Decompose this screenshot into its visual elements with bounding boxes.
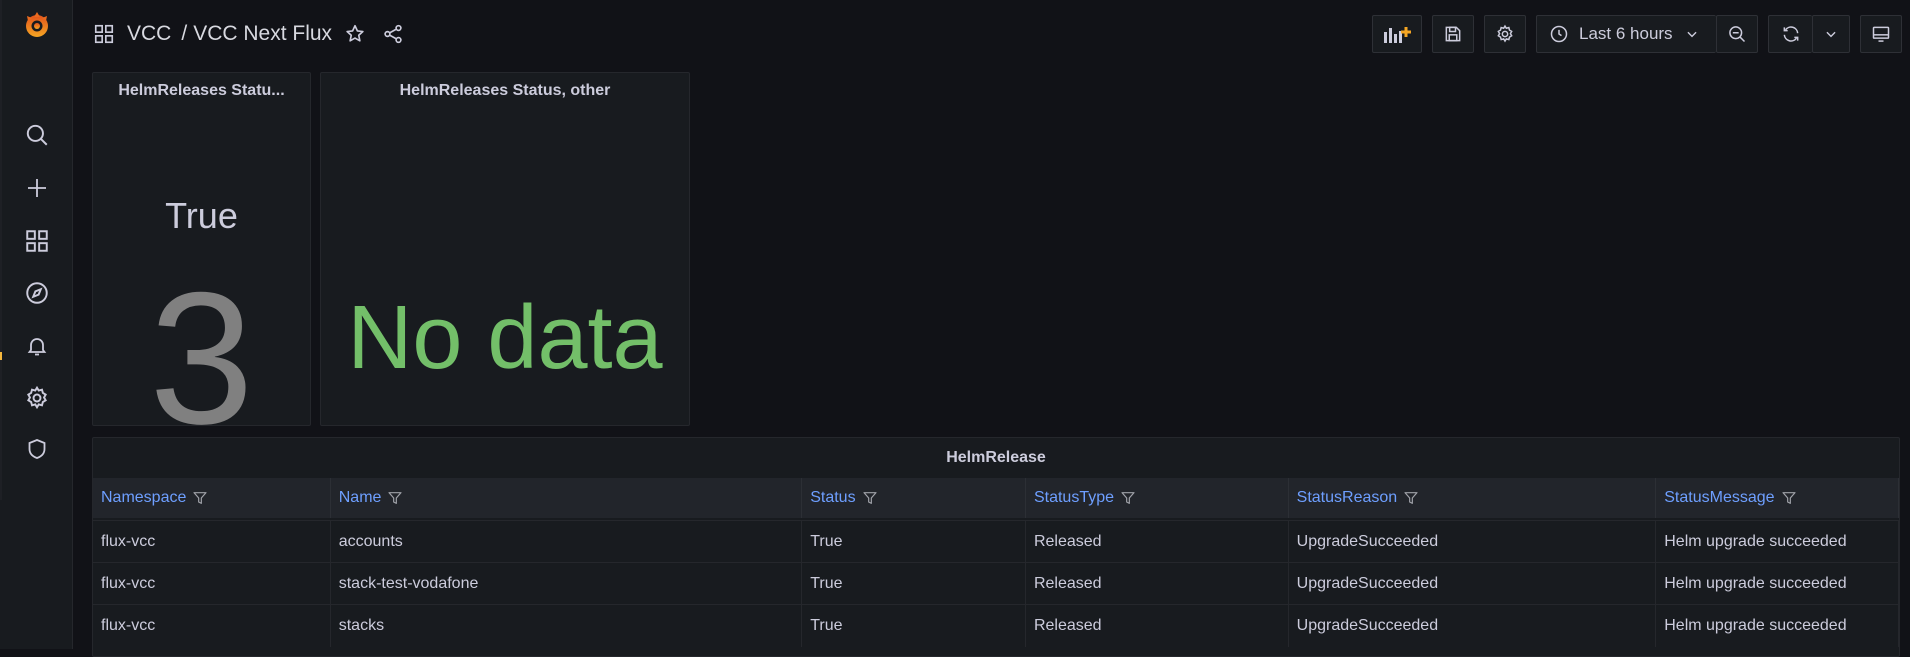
- table-cell-status: True: [802, 605, 1026, 647]
- tv-mode-button[interactable]: [1860, 15, 1902, 53]
- star-icon[interactable]: [344, 23, 366, 45]
- no-data-text: No data: [347, 288, 663, 388]
- table-cell-statusmessage: Helm upgrade succeeded: [1656, 605, 1899, 647]
- table-cell-namespace: flux-vcc: [93, 563, 331, 605]
- refresh-interval-dropdown[interactable]: [1812, 15, 1850, 53]
- stat-value: 3: [149, 253, 254, 463]
- gear-icon: [1495, 24, 1515, 44]
- zoom-out-icon: [1727, 24, 1747, 44]
- zoom-out-button[interactable]: [1716, 15, 1758, 53]
- chevron-down-icon: [1824, 27, 1838, 41]
- save-icon: [1443, 24, 1463, 44]
- column-header-statusmessage[interactable]: StatusMessage: [1656, 478, 1899, 518]
- column-header-statusreason[interactable]: StatusReason: [1289, 478, 1657, 518]
- table-cell-statustype: Released: [1026, 563, 1289, 605]
- filter-icon[interactable]: [862, 490, 878, 506]
- share-icon[interactable]: [382, 23, 404, 45]
- gear-icon[interactable]: [22, 383, 52, 413]
- column-header-status[interactable]: Status: [802, 478, 1026, 518]
- column-header-label[interactable]: StatusMessage: [1664, 489, 1774, 507]
- grafana-logo-icon[interactable]: [22, 10, 52, 40]
- table-cell-statusreason: UpgradeSucceeded: [1289, 563, 1657, 605]
- column-header-name[interactable]: Name: [331, 478, 803, 518]
- table-cell-statusmessage: Helm upgrade succeeded: [1656, 521, 1899, 563]
- table-cell-statustype: Released: [1026, 521, 1289, 563]
- table-cell-statusreason: UpgradeSucceeded: [1289, 605, 1657, 647]
- table-cell-namespace: flux-vcc: [93, 605, 331, 647]
- table-cell-statustype: Released: [1026, 605, 1289, 647]
- filter-icon[interactable]: [1120, 490, 1136, 506]
- table-cell-status: True: [802, 563, 1026, 605]
- time-range-picker[interactable]: Last 6 hours: [1536, 15, 1716, 53]
- table-cell-name: accounts: [331, 521, 803, 563]
- save-button[interactable]: [1432, 15, 1474, 53]
- plus-icon[interactable]: [22, 173, 52, 203]
- panel-title[interactable]: HelmReleases Statu...: [93, 73, 310, 109]
- time-range-label: Last 6 hours: [1579, 24, 1673, 43]
- stat-label: True: [165, 195, 238, 236]
- dashboard-title[interactable]: VCC Next Flux: [193, 22, 332, 46]
- table-cell-namespace: flux-vcc: [93, 521, 331, 563]
- column-header-label[interactable]: Namespace: [101, 489, 186, 507]
- add-panel-icon: [1382, 23, 1412, 45]
- column-header-namespace[interactable]: Namespace: [93, 478, 331, 518]
- table-row[interactable]: flux-vcc stacks True Released UpgradeSucceed…: [93, 604, 1899, 647]
- side-menu: [0, 0, 73, 649]
- column-header-label[interactable]: Name: [339, 489, 382, 507]
- dashboards-icon[interactable]: [22, 226, 52, 256]
- refresh-icon: [1781, 24, 1801, 44]
- column-header-label[interactable]: StatusType: [1034, 489, 1114, 507]
- explore-icon[interactable]: [22, 278, 52, 308]
- table-cell-statusmessage: Helm upgrade succeeded: [1656, 563, 1899, 605]
- table-cell-statusreason: UpgradeSucceeded: [1289, 521, 1657, 563]
- filter-icon[interactable]: [192, 490, 208, 506]
- add-panel-button[interactable]: [1372, 15, 1422, 53]
- column-header-label[interactable]: Status: [810, 489, 855, 507]
- table-cell-status: True: [802, 521, 1026, 563]
- breadcrumb: VCC / VCC Next Flux: [93, 19, 404, 49]
- apps-icon[interactable]: [93, 23, 115, 45]
- column-header-statustype[interactable]: StatusType: [1026, 478, 1289, 518]
- breadcrumb-separator: /: [181, 22, 188, 45]
- filter-icon[interactable]: [1403, 490, 1419, 506]
- monitor-icon: [1871, 24, 1891, 44]
- shield-icon[interactable]: [22, 434, 52, 464]
- bell-icon[interactable]: [22, 331, 52, 361]
- top-navbar: VCC / VCC Next Flux Last 6 hours: [73, 0, 1910, 68]
- table-row[interactable]: flux-vcc stack-test-vodafone True Released U…: [93, 562, 1899, 605]
- clock-icon: [1549, 24, 1569, 44]
- refresh-button[interactable]: [1768, 15, 1812, 53]
- panel-title[interactable]: HelmRelease: [93, 438, 1899, 478]
- column-header-label[interactable]: StatusReason: [1297, 489, 1398, 507]
- side-edge: [0, 0, 2, 500]
- table-header: Namespace Name Status StatusType StatusReaso…: [93, 478, 1899, 518]
- dashboard-settings-button[interactable]: [1484, 15, 1526, 53]
- table-panel-helmrelease[interactable]: HelmRelease Namespace Name Status StatusTyp…: [92, 437, 1900, 657]
- panel-title[interactable]: HelmReleases Status, other: [321, 73, 689, 109]
- filter-icon[interactable]: [1781, 490, 1797, 506]
- stat-panel-helmreleases-status[interactable]: HelmReleases Statu... True 3: [92, 72, 311, 453]
- table-cell-name: stacks: [331, 605, 803, 647]
- table-cell-name: stack-test-vodafone: [331, 563, 803, 605]
- filter-icon[interactable]: [387, 490, 403, 506]
- search-icon[interactable]: [22, 120, 52, 150]
- chevron-down-icon: [1685, 27, 1699, 41]
- table-row[interactable]: flux-vcc accounts True Released UpgradeSucce…: [93, 520, 1899, 563]
- stat-panel-helmreleases-status-other[interactable]: HelmReleases Status, other No data: [320, 72, 690, 426]
- active-marker: [0, 352, 2, 360]
- breadcrumb-folder[interactable]: VCC: [127, 22, 171, 46]
